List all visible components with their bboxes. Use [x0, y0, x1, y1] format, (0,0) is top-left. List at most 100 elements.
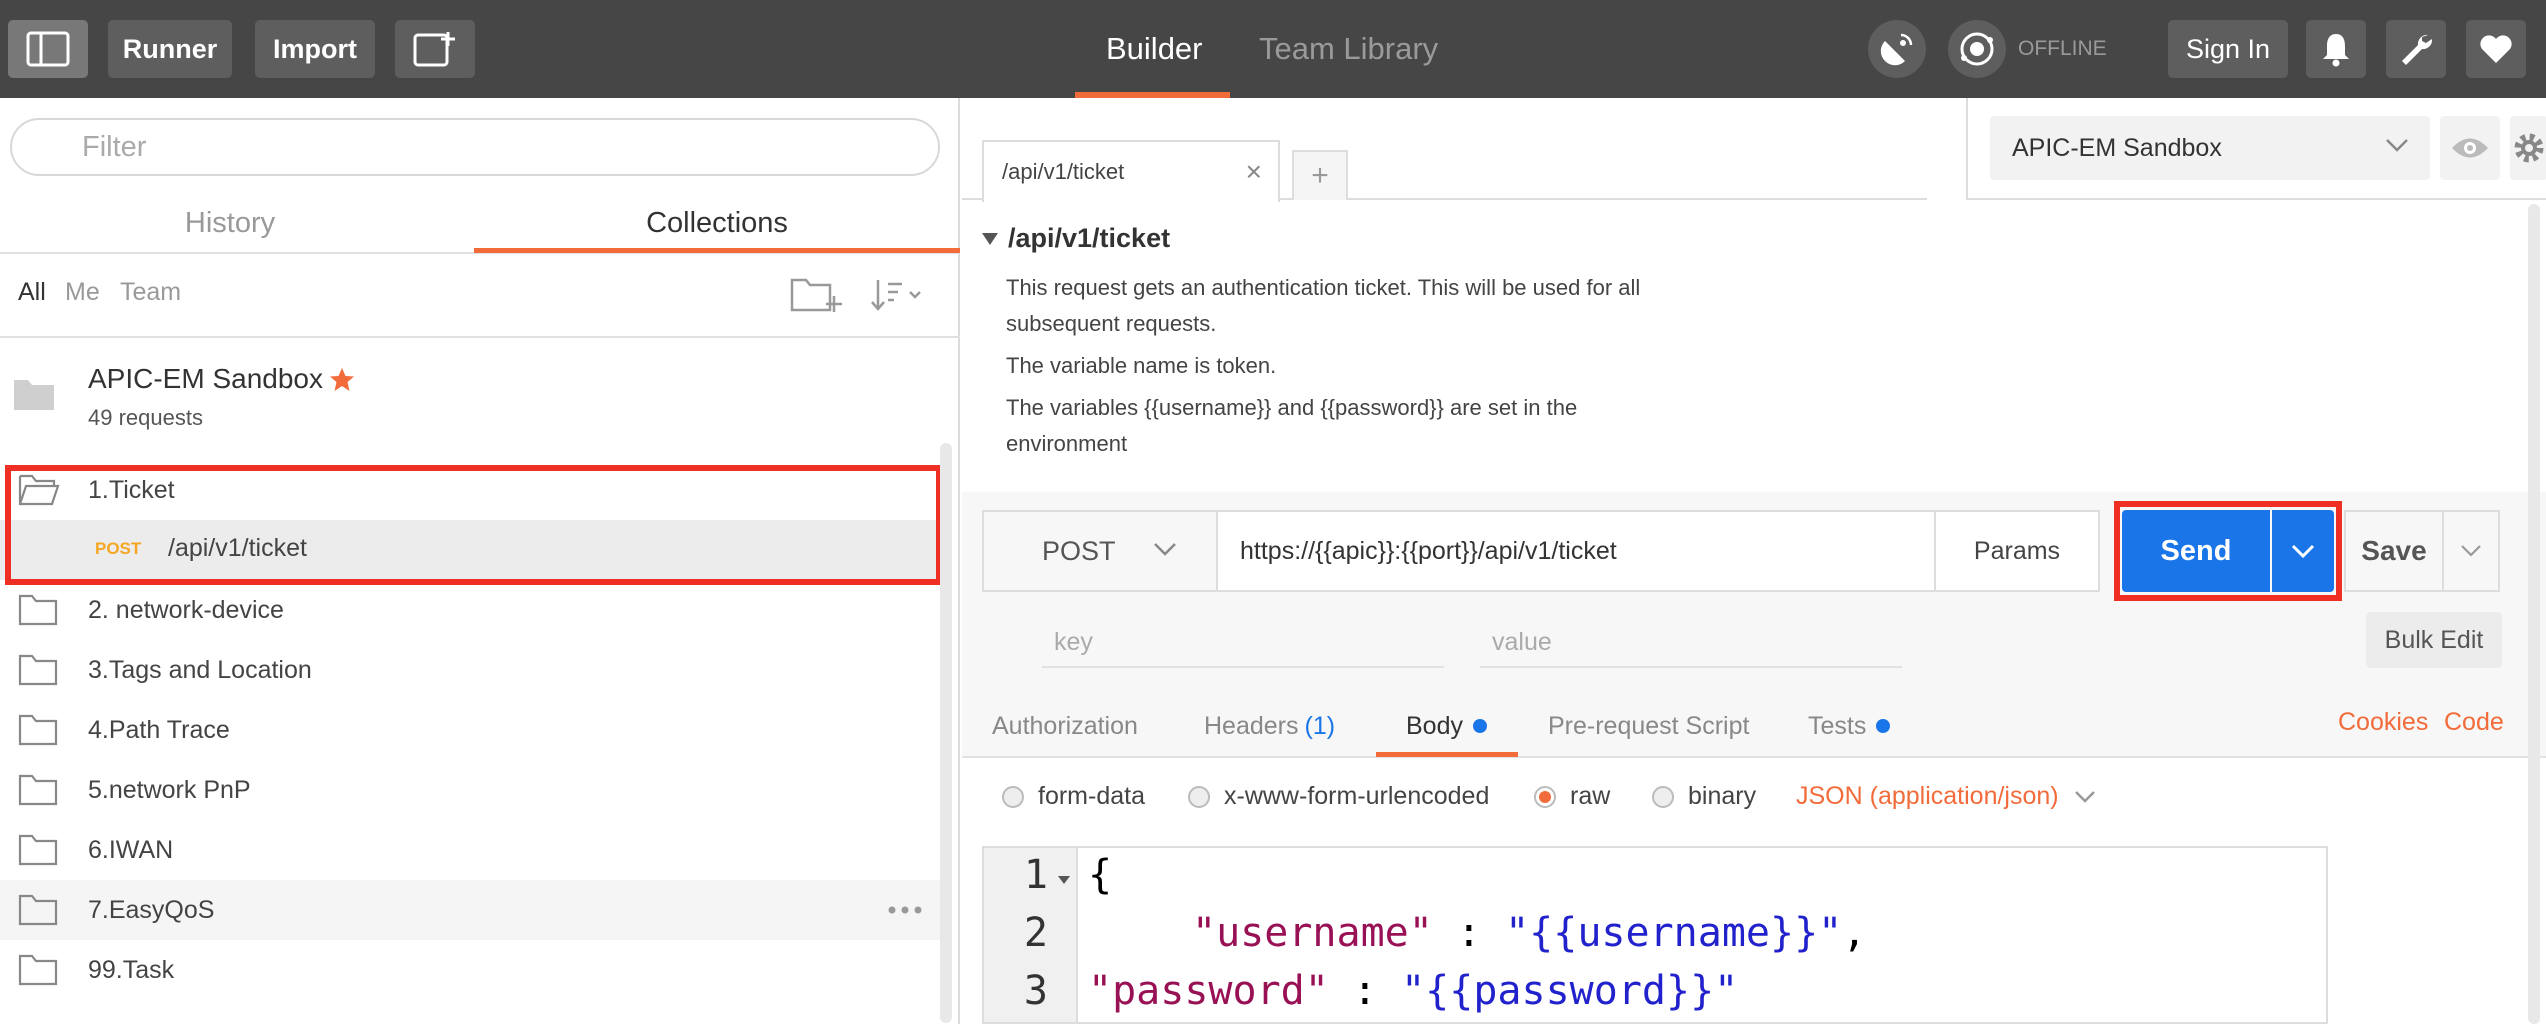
tab-collections[interactable]: Collections — [474, 193, 960, 253]
tab-tests[interactable]: Tests — [1808, 696, 1891, 756]
satellite-icon — [1880, 33, 1913, 66]
manage-environments-button[interactable] — [2510, 116, 2546, 180]
line-number: 2 — [1023, 910, 1048, 956]
runner-button[interactable]: Runner — [108, 20, 232, 78]
description-line-2: The variable name is token. — [1006, 353, 1277, 378]
environment-quicklook-button[interactable] — [2440, 116, 2500, 180]
save-options-button[interactable] — [2444, 510, 2500, 592]
settings-button[interactable] — [2386, 20, 2446, 78]
bulk-edit-button[interactable]: Bulk Edit — [2366, 612, 2502, 668]
favorites-button[interactable] — [2466, 20, 2526, 78]
folder-iwan[interactable]: 6.IWAN — [0, 820, 940, 880]
collection-folder-icon — [14, 380, 54, 410]
method-select[interactable]: POST — [982, 510, 1218, 592]
folder-path-trace[interactable]: 4.Path Trace — [0, 700, 940, 760]
line-number: 3 — [1023, 968, 1048, 1014]
cookies-link[interactable]: Cookies — [2338, 708, 2428, 737]
collections-underline — [474, 248, 960, 253]
new-tab-button[interactable] — [395, 20, 475, 78]
content-type-select[interactable]: JSON (application/json) — [1796, 782, 2097, 811]
filter-all[interactable]: All — [18, 278, 46, 307]
method-value: POST — [1042, 535, 1116, 566]
folder-network-pnp[interactable]: 5.network PnP — [0, 760, 940, 820]
tab-history[interactable]: History — [0, 193, 460, 253]
new-collection-icon[interactable] — [790, 274, 842, 314]
headers-count: (1) — [1304, 711, 1336, 740]
collapse-triangle-icon[interactable] — [982, 233, 998, 245]
filter-me[interactable]: Me — [65, 278, 100, 307]
import-button[interactable]: Import — [255, 20, 375, 78]
request-tabstrip: /api/v1/ticket × + — [962, 98, 1927, 202]
params-button[interactable]: Params — [1934, 510, 2100, 592]
folder-network-device[interactable]: 2. network-device — [0, 580, 940, 640]
radio-urlencoded[interactable]: x-www-form-urlencoded — [1188, 782, 1489, 811]
sidebar-toggle-button[interactable] — [8, 20, 88, 78]
folder-label: 5.network PnP — [88, 775, 251, 804]
param-key-input[interactable]: key — [1042, 618, 1444, 668]
new-window-icon — [413, 32, 455, 67]
radio-label: form-data — [1038, 782, 1145, 810]
sidebar-icon — [26, 31, 70, 67]
code-editor[interactable]: 1 2 3 { "username" : "{{username}}", "pa… — [982, 846, 2328, 1024]
main-scrollbar[interactable] — [2528, 204, 2540, 1024]
radio-raw[interactable]: raw — [1534, 782, 1610, 811]
sidebar-scrollbar[interactable] — [940, 443, 952, 1023]
tab-authorization[interactable]: Authorization — [992, 696, 1138, 756]
folder-label: 6.IWAN — [88, 835, 174, 864]
url-input[interactable]: https://{{apic}}:{{port}}/api/v1/ticket — [1216, 510, 1936, 592]
radio-binary[interactable]: binary — [1652, 782, 1756, 811]
collection-name[interactable]: APIC-EM Sandbox — [88, 363, 323, 395]
tab-label: Pre-request Script — [1548, 711, 1750, 740]
tab-body[interactable]: Body — [1406, 696, 1487, 756]
sort-icon[interactable] — [870, 278, 926, 312]
filter-team[interactable]: Team — [120, 278, 181, 307]
folder-label: 3.Tags and Location — [88, 655, 312, 684]
fold-arrow-icon[interactable] — [1058, 876, 1070, 884]
folder-icon — [18, 774, 58, 806]
sync-button[interactable] — [1868, 20, 1926, 78]
eye-icon — [2452, 138, 2488, 158]
code-link[interactable]: Code — [2444, 708, 2504, 737]
save-button[interactable]: Save — [2344, 510, 2444, 592]
close-icon[interactable]: × — [1246, 156, 1262, 188]
chevron-down-icon — [2461, 545, 2481, 557]
more-options-icon[interactable] — [888, 906, 922, 914]
status-text: OFFLINE — [2018, 37, 2107, 60]
request-tab[interactable]: /api/v1/ticket × — [982, 140, 1280, 202]
folder-task[interactable]: 99.Task — [0, 940, 940, 1000]
folder-icon — [18, 594, 58, 626]
request-builder: /api/v1/ticket × + APIC-EM Sandbox /api/… — [962, 98, 2546, 1024]
radio-circle — [1652, 785, 1674, 808]
heart-icon — [2480, 35, 2512, 63]
folder-icon — [18, 954, 58, 986]
tab-headers[interactable]: Headers (1) — [1204, 696, 1335, 756]
filter-input[interactable]: Filter — [10, 118, 940, 176]
folder-icon — [18, 654, 58, 686]
tab-builder[interactable]: Builder — [1106, 0, 1203, 98]
folder-label: 4.Path Trace — [88, 715, 230, 744]
param-value-input[interactable]: value — [1480, 618, 1902, 668]
folder-icon — [18, 714, 58, 746]
folder-label: 99.Task — [88, 955, 175, 984]
body-indicator-dot — [1472, 719, 1487, 733]
list-divider — [0, 336, 960, 338]
tab-pre-request-script[interactable]: Pre-request Script — [1548, 696, 1749, 756]
new-request-tab-button[interactable]: + — [1292, 150, 1348, 200]
environment-select[interactable]: APIC-EM Sandbox — [1990, 116, 2430, 180]
folder-tags-location[interactable]: 3.Tags and Location — [0, 640, 940, 700]
status-button[interactable] — [1948, 20, 2006, 78]
line-number: 1 — [1023, 852, 1048, 898]
code-line-2: "username" : "{{username}}", — [1192, 910, 1866, 956]
tab-team-library[interactable]: Team Library — [1259, 0, 1438, 98]
star-icon[interactable] — [328, 366, 356, 394]
json-separator: : — [1432, 910, 1506, 956]
sign-in-button[interactable]: Sign In — [2168, 20, 2288, 78]
tab-label: Authorization — [992, 711, 1138, 740]
code-line-1: { — [1088, 852, 1113, 898]
radio-form-data[interactable]: form-data — [1002, 782, 1145, 811]
chevron-down-icon — [2074, 790, 2095, 803]
notifications-button[interactable] — [2306, 20, 2366, 78]
highlight-box-send — [2114, 501, 2342, 601]
folder-easyqos[interactable]: 7.EasyQoS — [0, 880, 940, 940]
highlight-box-ticket — [5, 465, 942, 585]
